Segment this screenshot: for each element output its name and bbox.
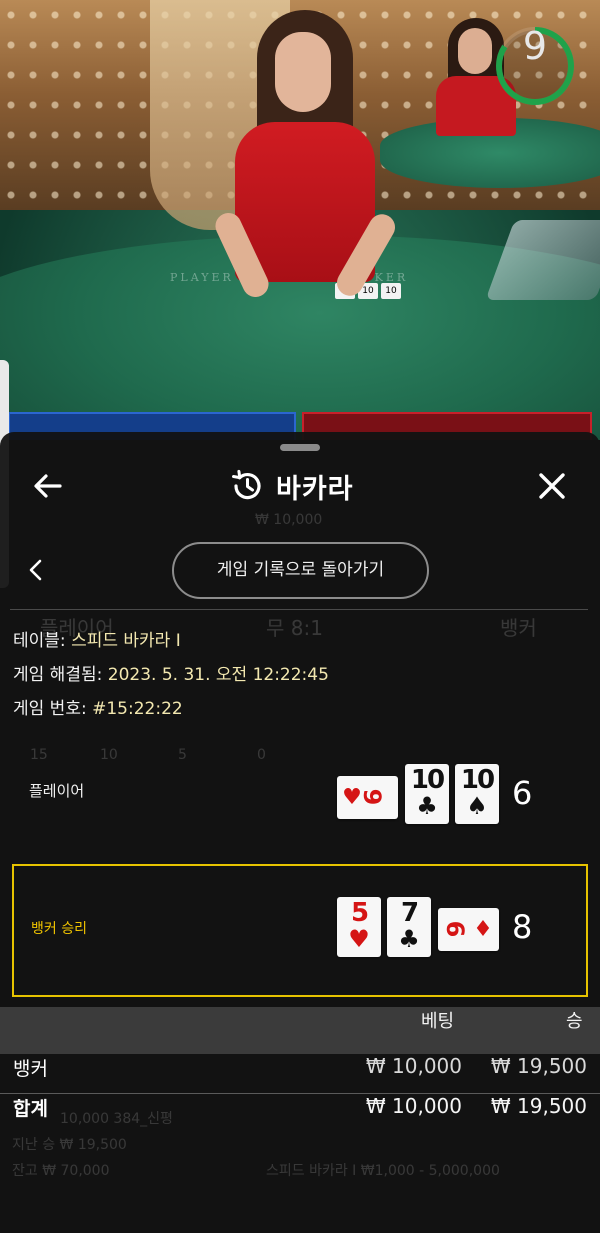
resolved-info: 게임 해결됨: 2023. 5. 31. 오전 12:22:45 [13, 660, 329, 685]
banker-card-3: ♦ 6 [438, 908, 499, 951]
round-info: 게임 번호: #15:22:22 [13, 694, 183, 719]
total-label: 합계 [13, 1098, 48, 1120]
total-win-amount: ₩ 19,500 [490, 1094, 587, 1118]
club-icon: ♣ [416, 792, 438, 820]
banker-win-label: 뱅커 승리 [31, 921, 87, 937]
table-info: 테이블: 스피드 바카라 I [13, 626, 181, 651]
player-card-2: 10 ♣ [405, 764, 449, 824]
card-rank: 9 [358, 788, 386, 804]
win-amount: ₩ 19,500 [490, 1054, 587, 1078]
arrow-left-icon[interactable] [30, 468, 66, 504]
bet-row: 뱅커 ₩ 10,000 ₩ 19,500 [0, 1054, 600, 1094]
total-bet-amount: ₩ 10,000 [365, 1094, 462, 1118]
history-icon [232, 469, 261, 500]
table-player-text: PLAYER [170, 271, 234, 284]
player-result-row: 플레이어 ♥ 9 10 ♣ 10 ♠ 6 [12, 734, 588, 852]
table-info-value: 스피드 바카라 I [71, 631, 181, 651]
col-win-header: 승 [566, 1011, 583, 1032]
chevron-left-icon[interactable] [24, 558, 48, 582]
divider [10, 609, 588, 610]
card-rank: 7 [400, 898, 419, 928]
panel-drag-handle[interactable] [280, 444, 320, 451]
back-to-history-button[interactable]: 게임 기록으로 돌아가기 [172, 542, 429, 599]
bg-tie-tab: 무 8:1 [266, 616, 323, 640]
bet-table-header: 베팅 승 [0, 1007, 600, 1054]
countdown-value: 9 [522, 24, 548, 68]
bg-banker-tab: 뱅커 [500, 616, 537, 640]
bg-last-win: 지난 승 ₩ 19,500 [12, 1137, 127, 1153]
card-rank: 10 [460, 765, 495, 795]
total-row: 합계 ₩ 10,000 ₩ 19,500 [0, 1094, 600, 1134]
player-label: 플레이어 [29, 782, 85, 800]
round-info-label: 게임 번호: [13, 699, 87, 719]
resolved-info-value: 2023. 5. 31. 오전 12:22:45 [107, 665, 329, 685]
bet-type: 뱅커 [13, 1058, 48, 1080]
banker-score: 8 [512, 908, 533, 946]
game-history-panel: 플레이어 무 8:1 뱅커 15 10 5 0 ₩ 10,000 10,000 … [0, 432, 600, 1233]
banker-card-1: 5 ♥ [337, 897, 381, 957]
player-card-1: ♥ 9 [337, 776, 398, 819]
table-card: 10 [381, 283, 401, 299]
bg-chip-value: ₩ 10,000 [255, 512, 323, 528]
close-icon[interactable] [534, 468, 570, 504]
bg-balance: 잔고 ₩ 70,000 [12, 1163, 110, 1179]
resolved-info-label: 게임 해결됨: [13, 665, 103, 685]
dealer [211, 10, 400, 310]
col-bet-header: 베팅 [421, 1011, 455, 1032]
card-shoe [485, 220, 600, 300]
heart-icon: ♥ [348, 925, 370, 953]
card-rank: 6 [441, 920, 469, 936]
round-info-value: #15:22:22 [92, 699, 183, 719]
bet-amount: ₩ 10,000 [365, 1054, 462, 1078]
banker-result-row: 뱅커 승리 5 ♥ 7 ♣ ♦ 6 8 [12, 864, 588, 997]
live-video-stream: PLAYER BANKER 8 10 10 9 [0, 0, 600, 440]
card-rank: 10 [410, 765, 445, 795]
panel-header: 바카라 [230, 466, 354, 506]
card-rank: 5 [350, 898, 369, 928]
player-score: 6 [512, 774, 533, 812]
diamond-icon: ♦ [473, 917, 493, 942]
banker-card-2: 7 ♣ [387, 897, 431, 957]
bg-table-limits: 스피드 바카라 I ₩1,000 - 5,000,000 [266, 1163, 500, 1179]
table-info-label: 테이블: [13, 631, 66, 651]
page-title: 바카라 [276, 473, 354, 505]
player-card-3: 10 ♠ [455, 764, 499, 824]
spade-icon: ♠ [466, 792, 488, 820]
club-icon: ♣ [398, 925, 420, 953]
